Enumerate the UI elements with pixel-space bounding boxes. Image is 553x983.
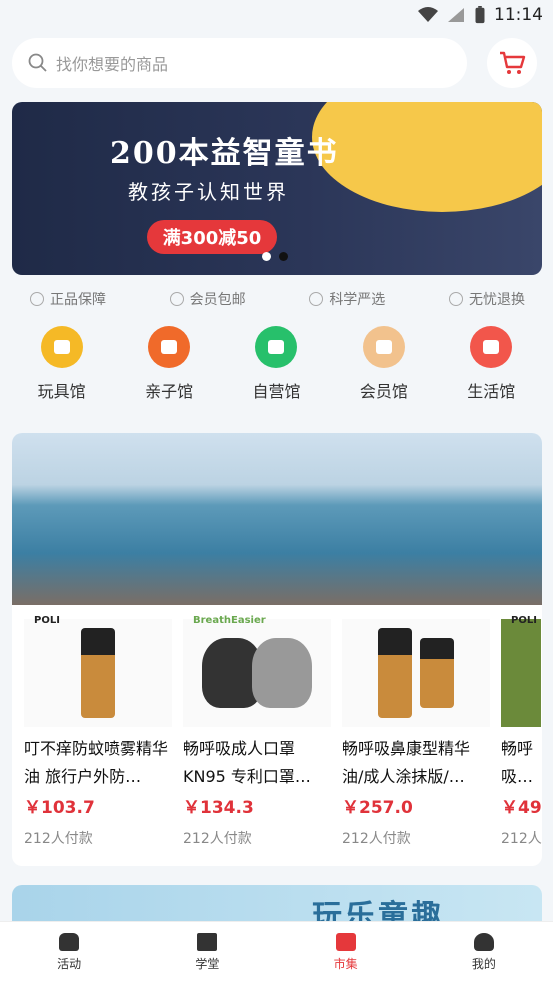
product-item[interactable]: 畅呼吸鼻康型精华油/成人涂抹版/… ￥257.0 212人付款 [342, 619, 501, 848]
product-name: 叮不痒防蚊喷雾精华油 旅行户外防… [24, 739, 169, 786]
product-name: 畅呼吸盒礼 [501, 739, 534, 786]
search-icon [28, 53, 47, 72]
product-sold-count: 212人付款 [342, 831, 411, 847]
guarantee-label: 无忧退换 [468, 292, 525, 308]
guarantee-item: 会员包邮 [169, 288, 246, 310]
product-sold-count: 212人付款 [183, 831, 252, 847]
product-image: POLI [501, 615, 541, 727]
seaside-photo[interactable] [12, 433, 542, 605]
product-item[interactable]: POLI 叮不痒防蚊喷雾精华油 旅行户外防… ￥103.7 212人付款 [24, 615, 183, 848]
product-name: 畅呼吸鼻康型精华油/成人涂抹版/… [342, 739, 471, 786]
crown-icon [362, 326, 405, 368]
product-price: ￥103.7 [24, 798, 95, 818]
cart-button[interactable] [487, 38, 537, 88]
moon-illustration [312, 102, 542, 212]
tab-label: 学堂 [195, 957, 220, 971]
guarantee-item: 正品保障 [30, 288, 106, 310]
product-price: ￥49 [501, 798, 542, 818]
product-price: ￥257.0 [342, 798, 413, 818]
graduation-cap-icon [197, 933, 218, 951]
guarantee-item: 科学严选 [309, 288, 385, 310]
self-operated-icon [255, 326, 298, 368]
hero-banner[interactable]: 200本益智童书 教孩子认知世界 满300减50 [12, 102, 542, 275]
toy-store-icon [40, 326, 83, 368]
product-item[interactable]: BreathEasier 畅呼吸成人口罩 KN95 专利口罩 可… ￥134.3… [183, 615, 342, 848]
category-label: 自营馆 [252, 382, 301, 401]
product-carousel[interactable]: POLI 叮不痒防蚊喷雾精华油 旅行户外防… ￥103.7 212人付款 Bre… [24, 615, 542, 848]
bottom-tab-bar: 活动 学堂 市集 我的 [0, 921, 553, 983]
return-icon [448, 292, 463, 306]
product-item[interactable]: POLI 畅呼吸盒礼 ￥49 212人 [501, 615, 542, 848]
guarantee-strip: 正品保障 会员包邮 科学严选 无忧退换 [30, 288, 525, 310]
product-brand: POLI [511, 615, 537, 626]
box-icon [335, 933, 356, 951]
guarantee-label: 正品保障 [50, 292, 106, 308]
banner-subtitle: 教孩子认知世界 [128, 180, 289, 204]
category-life[interactable]: 生活馆 [446, 326, 536, 406]
activity-icon [59, 933, 80, 951]
product-sold-count: 212人 [501, 831, 542, 847]
signal-icon [448, 8, 464, 22]
banner-title: 200本益智童书 [110, 136, 339, 171]
product-image: POLI [24, 615, 172, 727]
carousel-dot-active[interactable] [262, 252, 271, 261]
shield-icon [30, 292, 44, 306]
tab-label: 活动 [57, 957, 82, 971]
carousel-dot[interactable] [279, 252, 288, 261]
truck-icon [169, 292, 184, 306]
tab-academy[interactable]: 学堂 [167, 933, 247, 972]
status-bar: 11:14 [0, 0, 553, 30]
search-input[interactable]: 找你想要的商品 [12, 38, 467, 88]
guarantee-label: 会员包邮 [189, 292, 246, 308]
category-self-operated[interactable]: 自营馆 [231, 326, 321, 406]
category-label: 亲子馆 [145, 382, 194, 401]
tab-market[interactable]: 市集 [306, 933, 386, 972]
category-label: 生活馆 [467, 382, 516, 401]
category-nav: 玩具馆 亲子馆 自营馆 会员馆 生活馆 [0, 326, 553, 406]
category-label: 玩具馆 [37, 382, 86, 401]
category-member[interactable]: 会员馆 [339, 326, 429, 406]
guarantee-label: 科学严选 [329, 292, 386, 308]
product-brand: POLI [34, 615, 60, 626]
tab-label: 市集 [333, 957, 358, 971]
product-brand: BreathEasier [193, 615, 266, 626]
check-circle-icon [309, 292, 324, 306]
tab-activities[interactable]: 活动 [29, 933, 109, 972]
tab-profile[interactable]: 我的 [444, 933, 524, 972]
search-row: 找你想要的商品 [12, 37, 537, 89]
user-icon [473, 933, 494, 951]
product-sold-count: 212人付款 [24, 831, 93, 847]
promo-badge: 满300减50 [147, 220, 277, 254]
home-icon [470, 326, 513, 368]
category-label: 会员馆 [359, 382, 408, 401]
battery-icon [475, 6, 485, 24]
product-image [342, 619, 490, 727]
category-parenting[interactable]: 亲子馆 [124, 326, 214, 406]
category-toys[interactable]: 玩具馆 [17, 326, 107, 406]
tab-label: 我的 [471, 957, 496, 971]
product-name: 畅呼吸成人口罩 KN95 专利口罩 可… [183, 739, 296, 786]
guarantee-item: 无忧退换 [448, 288, 525, 310]
wifi-icon [418, 7, 438, 22]
search-placeholder: 找你想要的商品 [56, 55, 169, 74]
carousel-dots [262, 252, 288, 261]
product-price: ￥134.3 [183, 798, 254, 818]
product-showcase-card: POLI 叮不痒防蚊喷雾精华油 旅行户外防… ￥103.7 212人付款 Bre… [12, 433, 542, 866]
product-image: BreathEasier [183, 615, 331, 727]
status-time: 11:14 [494, 5, 543, 25]
parenting-icon [148, 326, 191, 368]
cart-icon [500, 51, 526, 74]
